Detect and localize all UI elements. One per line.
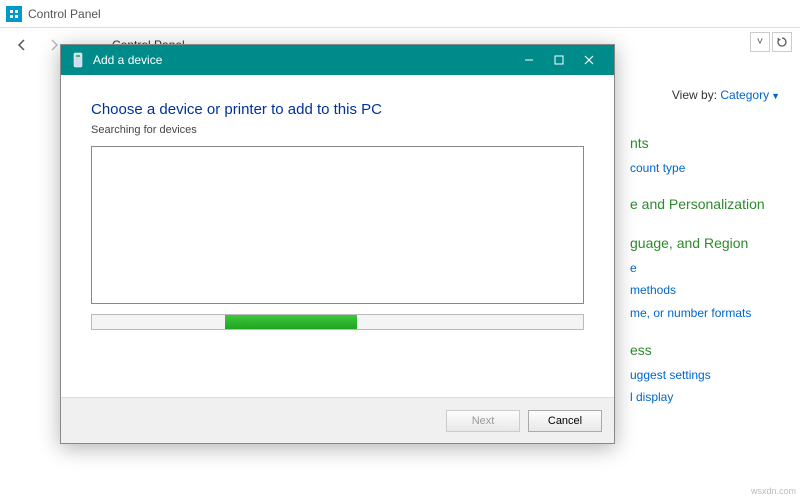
device-icon <box>71 52 85 68</box>
category-heading[interactable]: guage, and Region <box>630 230 765 257</box>
category-link[interactable]: methods <box>630 279 765 302</box>
dialog-titlebar: Add a device <box>61 45 614 75</box>
parent-window-titlebar: Control Panel <box>0 0 800 28</box>
category-link[interactable]: me, or number formats <box>630 302 765 325</box>
parent-window-title: Control Panel <box>28 7 101 21</box>
add-device-dialog: Add a device Choose a device or printer … <box>60 44 615 444</box>
dialog-subtext: Searching for devices <box>91 124 584 136</box>
category-link[interactable]: uggest settings <box>630 364 765 387</box>
category-heading[interactable]: ess <box>630 337 765 364</box>
address-dropdown[interactable]: ˅ <box>750 32 770 52</box>
device-results-box[interactable] <box>91 146 584 304</box>
next-button: Next <box>446 410 520 432</box>
minimize-button[interactable] <box>514 46 544 74</box>
progress-bar <box>91 314 584 330</box>
maximize-button[interactable] <box>544 46 574 74</box>
category-list: nts count type e and Personalization gua… <box>630 130 765 409</box>
back-button[interactable] <box>10 33 34 57</box>
chevron-down-icon[interactable]: ▼ <box>771 91 780 101</box>
dialog-heading: Choose a device or printer to add to thi… <box>91 101 584 118</box>
view-by-label: View by: <box>672 88 717 102</box>
watermark: wsxdn.com <box>751 486 796 496</box>
dialog-body: Choose a device or printer to add to thi… <box>61 75 614 304</box>
close-button[interactable] <box>574 46 604 74</box>
view-by-mode[interactable]: Category <box>720 88 769 102</box>
refresh-button[interactable] <box>772 32 792 52</box>
category-heading[interactable]: nts <box>630 130 765 157</box>
category-link[interactable]: count type <box>630 157 765 180</box>
category-link[interactable]: l display <box>630 386 765 409</box>
control-panel-icon <box>6 6 22 22</box>
category-heading[interactable]: e and Personalization <box>630 191 765 218</box>
dialog-footer: Next Cancel <box>61 397 614 443</box>
category-link[interactable]: e <box>630 257 765 280</box>
dialog-title: Add a device <box>93 53 514 67</box>
cancel-button[interactable]: Cancel <box>528 410 602 432</box>
view-by-control: View by: Category▼ <box>672 88 780 102</box>
progress-chunk <box>225 315 358 329</box>
